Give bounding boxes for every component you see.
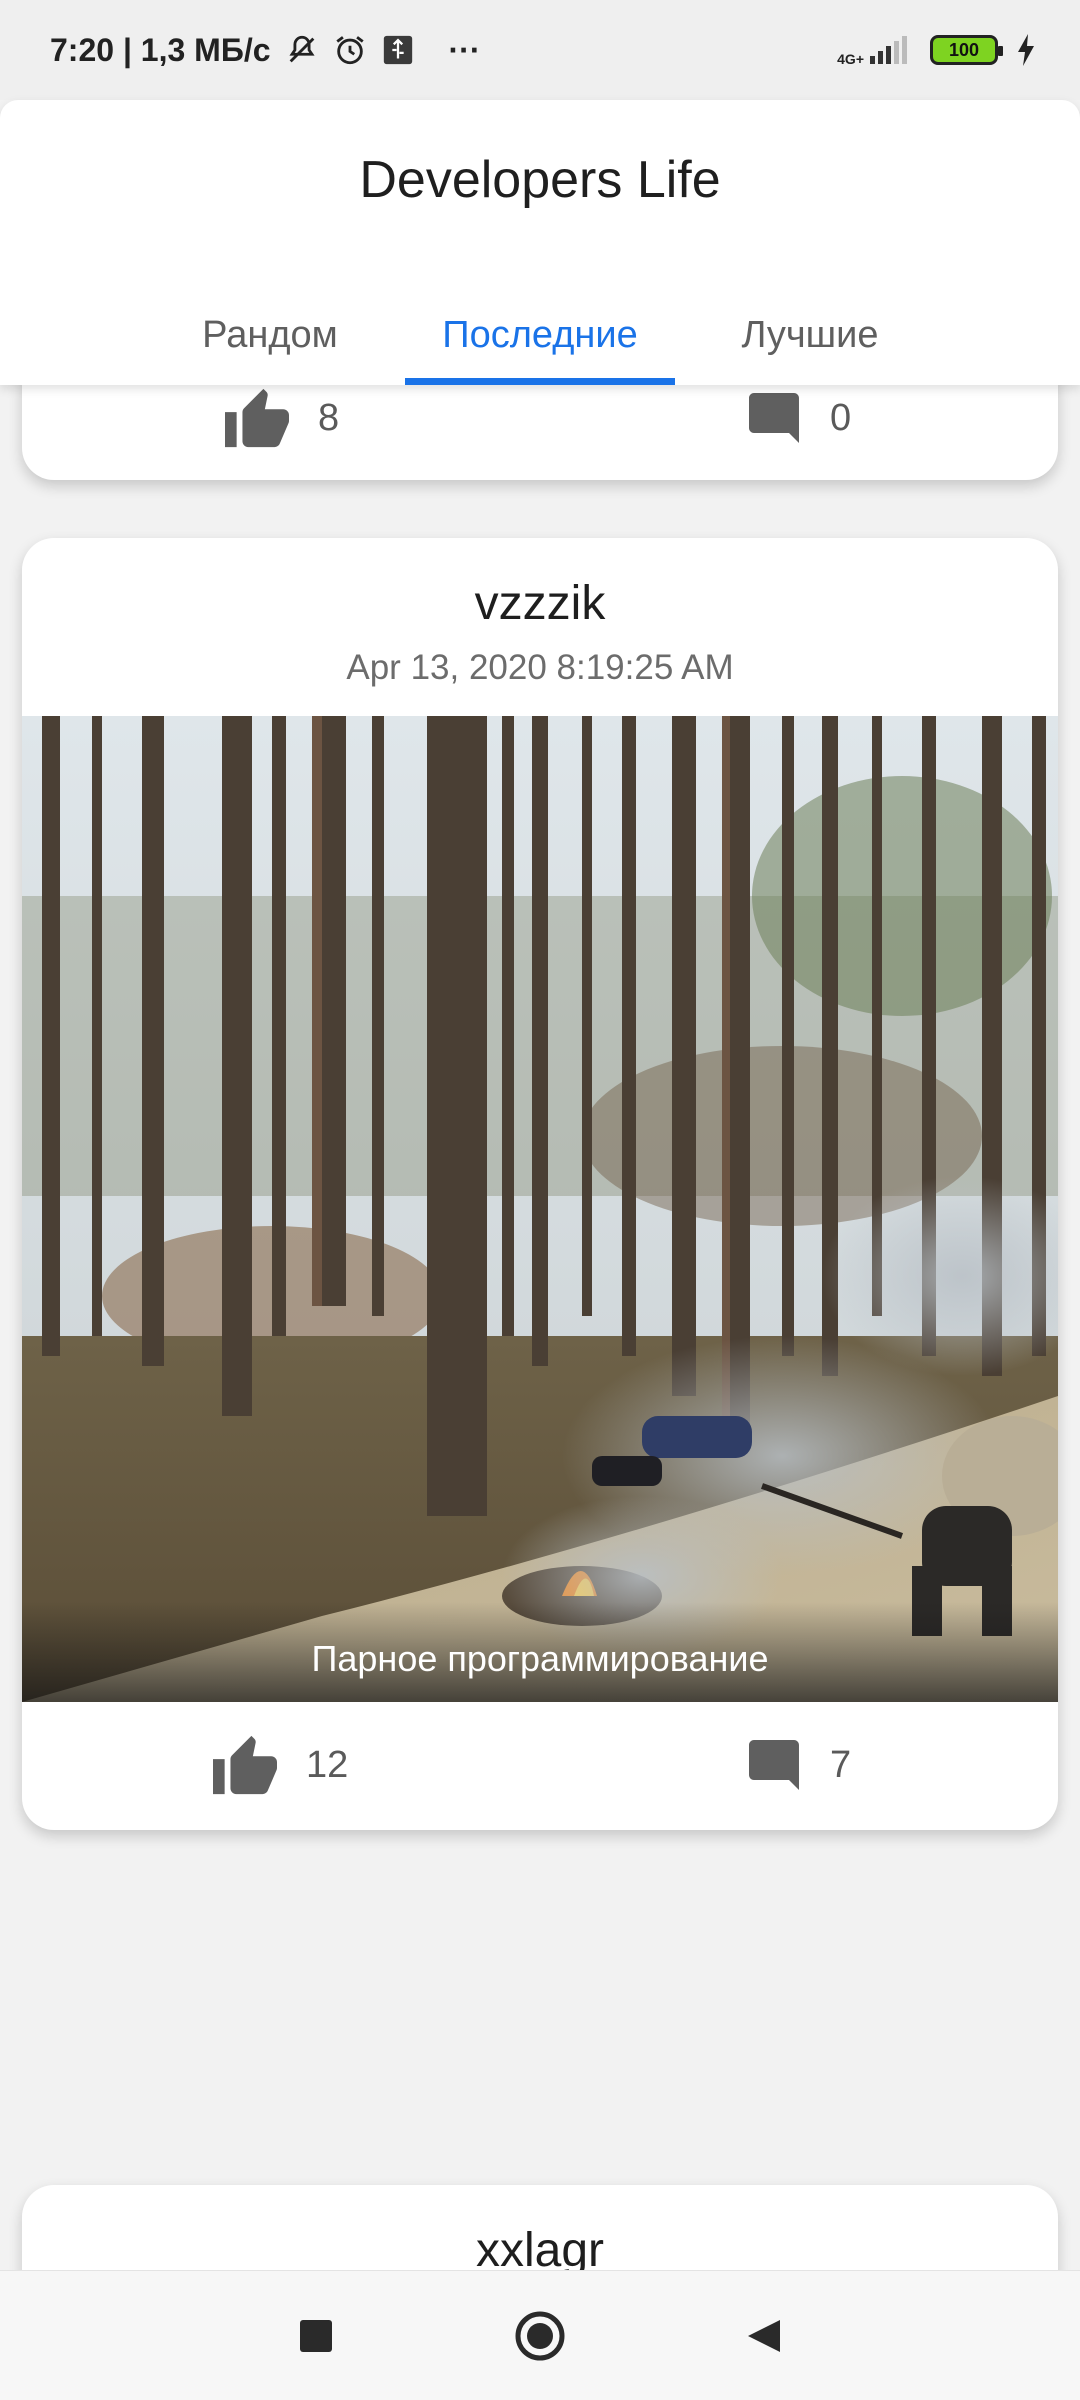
recents-button[interactable]: [276, 2301, 356, 2371]
home-circle-icon: [515, 2311, 565, 2361]
tab-bar: Рандом Последние Лучшие: [0, 285, 1080, 385]
post-card: xxlagr: [22, 2185, 1058, 2270]
comment-icon: [749, 393, 799, 443]
post-actions: 12 7: [22, 1700, 1058, 1830]
like-count: 8: [318, 396, 340, 439]
system-nav-bar: [0, 2270, 1080, 2400]
forest-scene-image: [22, 716, 1058, 1702]
tab-latest[interactable]: Последние: [405, 285, 675, 385]
battery-icon: 100: [930, 35, 1003, 65]
post-card: vzzzik Apr 13, 2020 8:19:25 AM Парное пр…: [22, 538, 1058, 1830]
app-header: Developers Life Рандом Последние Лучшие: [0, 100, 1080, 385]
status-bar: 7:20 | 1,3 МБ/с ··· 4G+ 100: [0, 0, 1080, 100]
back-button[interactable]: [724, 2301, 804, 2371]
signal-icon: [870, 36, 907, 64]
comment-icon: [749, 1740, 799, 1790]
status-right: 4G+ 100: [837, 34, 1036, 66]
thumbs-up-icon: [225, 388, 289, 448]
post-author: vzzzik: [474, 577, 606, 630]
status-left: 7:20 | 1,3 МБ/с ···: [50, 32, 480, 69]
like-count: 12: [306, 1743, 349, 1786]
alarm-icon: [335, 36, 364, 65]
back-triangle-icon: [748, 2320, 780, 2352]
caption-bar: Парное программирование: [22, 1602, 1058, 1702]
like-button[interactable]: 8: [222, 385, 339, 480]
tab-random[interactable]: Рандом: [135, 285, 405, 385]
comment-button[interactable]: 7: [744, 1700, 851, 1830]
post-author: xxlagr: [475, 2224, 605, 2270]
app-title: Developers Life: [359, 151, 721, 209]
charging-icon: [1018, 34, 1034, 66]
comment-count: 0: [830, 396, 852, 439]
battery-level: 100: [948, 39, 980, 60]
post-feed[interactable]: 8 0 vzzzik Apr 13, 2020 8:19:25 AM Парно…: [0, 385, 1080, 2270]
post-gif[interactable]: Парное программирование: [22, 716, 1058, 1702]
status-time: 7:20 | 1,3 МБ/с: [50, 31, 271, 68]
comment-count: 7: [830, 1743, 852, 1786]
network-type: 4G+: [837, 51, 864, 67]
post-actions: 8 0: [22, 385, 1058, 480]
tab-indicator: [405, 378, 675, 385]
post-card: 8 0: [22, 385, 1058, 480]
signal-group: 4G+: [837, 34, 912, 66]
like-button[interactable]: 12: [210, 1700, 348, 1830]
post-caption: Парное программирование: [311, 1638, 769, 1679]
status-more: ···: [448, 31, 481, 68]
comment-button[interactable]: 0: [744, 385, 851, 480]
recents-square-icon: [300, 2320, 332, 2352]
mute-icon: [288, 35, 315, 63]
tab-best[interactable]: Лучшие: [675, 285, 945, 385]
usb-icon: [383, 35, 412, 65]
home-button[interactable]: [500, 2301, 580, 2371]
thumbs-up-icon: [213, 1735, 277, 1795]
post-date: Apr 13, 2020 8:19:25 AM: [346, 648, 734, 687]
